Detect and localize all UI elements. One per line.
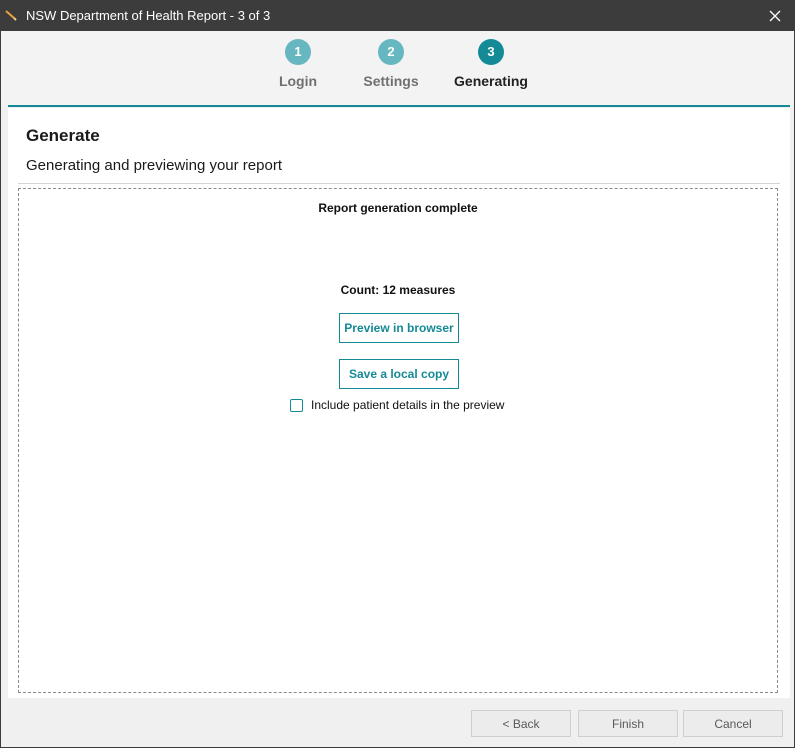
wizard-steps-header: 1 Login 2 Settings 3 Generating: [1, 31, 794, 105]
step-number: 1: [285, 39, 311, 65]
page-subtitle: Generating and previewing your report: [26, 157, 282, 174]
step-label: Settings: [363, 73, 419, 89]
page-title: Generate: [26, 126, 100, 145]
step-settings: 2 Settings: [341, 39, 441, 89]
back-button[interactable]: < Back: [471, 710, 571, 737]
header-divider: [8, 105, 790, 107]
preview-in-browser-button[interactable]: Preview in browser: [339, 313, 459, 343]
close-icon: [769, 10, 781, 22]
app-pen-icon: [5, 10, 17, 21]
status-message: Report generation complete: [318, 201, 478, 215]
step-label: Generating: [454, 73, 528, 89]
step-number: 2: [378, 39, 404, 65]
checkbox-label: Include patient details in the preview: [311, 398, 505, 412]
include-patient-details-checkbox[interactable]: [290, 398, 303, 412]
section-divider: [18, 183, 780, 184]
step-login: 1 Login: [248, 39, 348, 89]
save-local-copy-button[interactable]: Save a local copy: [339, 359, 459, 389]
measure-count: Count: 12 measures: [340, 283, 456, 297]
finish-button[interactable]: Finish: [578, 710, 678, 737]
include-patient-details-option[interactable]: Include patient details in the preview: [290, 398, 504, 412]
title-bar[interactable]: NSW Department of Health Report - 3 of 3: [1, 1, 794, 31]
cancel-button[interactable]: Cancel: [683, 710, 783, 737]
window-title: NSW Department of Health Report - 3 of 3: [26, 8, 271, 23]
close-button[interactable]: [756, 1, 794, 31]
step-number: 3: [478, 39, 504, 65]
report-output-area: Report generation complete Count: 12 mea…: [18, 188, 778, 693]
main-panel: Generate Generating and previewing your …: [8, 108, 790, 698]
report-wizard-window: NSW Department of Health Report - 3 of 3…: [0, 0, 795, 748]
step-generating: 3 Generating: [441, 39, 541, 89]
step-label: Login: [278, 73, 318, 89]
